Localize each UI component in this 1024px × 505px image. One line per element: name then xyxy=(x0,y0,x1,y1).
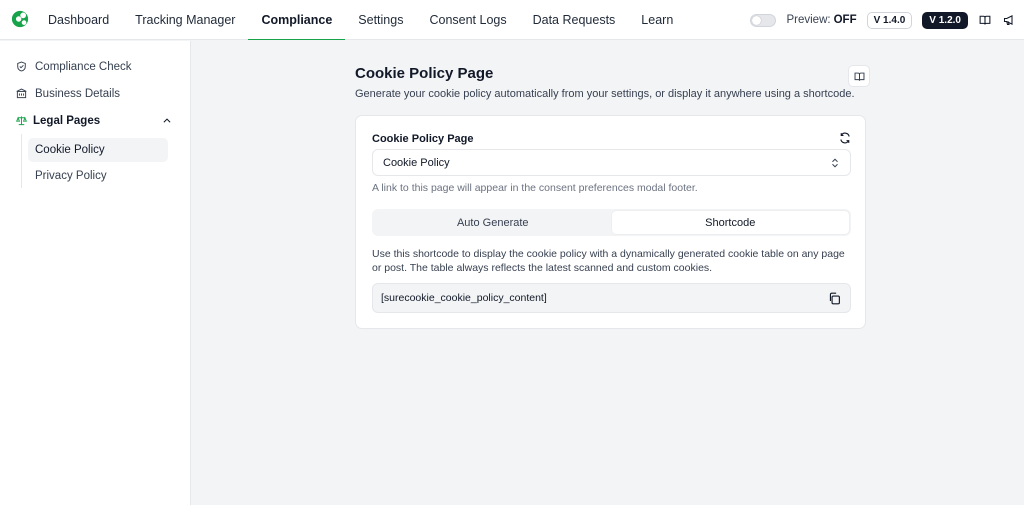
sidebar-item-label: Business Details xyxy=(35,87,121,100)
sidebar: Compliance Check Business Details Legal … xyxy=(0,41,191,505)
select-value: Cookie Policy xyxy=(383,156,450,169)
tab-auto-generate[interactable]: Auto Generate xyxy=(374,211,612,234)
preview-toggle[interactable] xyxy=(750,13,777,27)
chevron-up-down-icon xyxy=(832,158,838,167)
megaphone-icon[interactable] xyxy=(1002,13,1016,27)
shield-check-icon xyxy=(17,61,26,72)
sidebar-group-label: Legal Pages xyxy=(33,114,101,127)
page-description: Generate your cookie policy automaticall… xyxy=(355,88,855,100)
documentation-button[interactable] xyxy=(848,65,870,87)
sidebar-item-compliance-check[interactable]: Compliance Check xyxy=(0,53,190,80)
nav-learn[interactable]: Learn xyxy=(628,0,686,40)
main-content: Cookie Policy Page Generate your cookie … xyxy=(192,41,1024,505)
book-icon[interactable] xyxy=(978,13,992,27)
main-nav: Dashboard Tracking Manager Compliance Se… xyxy=(35,0,686,40)
scale-icon xyxy=(16,116,27,126)
surecookie-logo-icon[interactable] xyxy=(11,10,29,28)
preview-label: Preview: xyxy=(786,14,831,26)
copy-icon xyxy=(829,292,840,304)
select-hint: A link to this page will appear in the c… xyxy=(372,182,698,194)
nav-dashboard[interactable]: Dashboard xyxy=(35,0,122,40)
sidebar-item-cookie-policy[interactable]: Cookie Policy xyxy=(28,138,168,162)
preview-state: OFF xyxy=(833,14,857,26)
page-title: Cookie Policy Page xyxy=(355,65,494,82)
sidebar-item-business-details[interactable]: Business Details xyxy=(0,80,190,107)
legal-pages-sublist: Cookie Policy Privacy Policy xyxy=(21,134,190,188)
nav-compliance[interactable]: Compliance xyxy=(248,0,346,40)
toolbar-right: Preview: OFF V 1.4.0 V 1.2.0 xyxy=(750,0,1016,40)
mode-tabs: Auto Generate Shortcode xyxy=(372,209,851,236)
shortcode-box: [surecookie_cookie_policy_content] xyxy=(372,283,851,313)
sidebar-item-label: Compliance Check xyxy=(35,60,132,73)
sidebar-group-legal-pages[interactable]: Legal Pages xyxy=(0,107,190,134)
shortcode-description: Use this shortcode to display the cookie… xyxy=(372,248,845,274)
chevron-up-icon[interactable] xyxy=(162,116,172,126)
cookie-policy-page-select[interactable]: Cookie Policy xyxy=(372,149,851,176)
field-label: Cookie Policy Page xyxy=(372,133,474,145)
building-icon xyxy=(16,88,27,99)
refresh-icon[interactable] xyxy=(839,132,851,144)
nav-tracking-manager[interactable]: Tracking Manager xyxy=(122,0,248,40)
page-header: Cookie Policy Page Generate your cookie … xyxy=(355,65,870,100)
version-badge-outline: V 1.4.0 xyxy=(866,11,913,29)
tab-shortcode[interactable]: Shortcode xyxy=(611,211,849,234)
preview-status: Preview: OFF xyxy=(786,14,856,26)
nav-data-requests[interactable]: Data Requests xyxy=(520,0,629,40)
cookie-policy-card: Cookie Policy Page Cookie Policy A link … xyxy=(355,115,866,329)
sidebar-item-privacy-policy[interactable]: Privacy Policy xyxy=(28,164,168,188)
nav-settings[interactable]: Settings xyxy=(345,0,416,40)
top-navigation-bar: Dashboard Tracking Manager Compliance Se… xyxy=(0,0,1024,40)
nav-consent-logs[interactable]: Consent Logs xyxy=(416,0,519,40)
copy-button[interactable] xyxy=(826,290,842,306)
shortcode-text: [surecookie_cookie_policy_content] xyxy=(381,292,547,304)
version-badge-dark: V 1.2.0 xyxy=(922,11,968,29)
book-icon xyxy=(854,72,864,81)
